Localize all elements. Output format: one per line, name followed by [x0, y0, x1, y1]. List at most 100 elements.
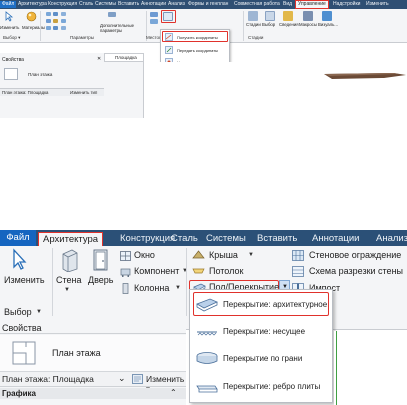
macros-button[interactable]: Макросы: [299, 22, 317, 27]
tab-architecture[interactable]: Архитектура: [18, 1, 47, 8]
menu-item-slab-edge[interactable]: Перекрытие: ребро плиты: [190, 376, 332, 398]
drawing-area[interactable]: [334, 331, 407, 405]
shared-params-icon[interactable]: [53, 19, 58, 23]
site-topography-icon: [324, 73, 406, 79]
ceiling-button[interactable]: Потолок: [209, 266, 243, 277]
acquire-coordinates-highlight: [162, 31, 228, 42]
tab-analyze[interactable]: Анализ: [376, 232, 407, 246]
project-params-icon[interactable]: [46, 19, 51, 23]
floor-by-face-icon: [195, 350, 219, 368]
tab-insert[interactable]: Вставить: [118, 1, 139, 8]
ceiling-icon: [192, 266, 205, 276]
reports-button[interactable]: Сведения: [279, 22, 299, 27]
ribbon-tab-bar: Файл Архитектура Конструкция Сталь Систе…: [0, 230, 407, 246]
visual-programming-icon[interactable]: [322, 11, 332, 21]
curtain-grid-button[interactable]: Схема разрезки стены: [309, 266, 403, 277]
wall-button[interactable]: Стена: [56, 275, 82, 286]
column-button[interactable]: Колонна: [134, 283, 169, 294]
tab-architecture[interactable]: Архитектура: [38, 232, 104, 246]
macros-icon[interactable]: [303, 11, 313, 21]
group-parameters-label: Параметры: [70, 35, 94, 40]
tab-file[interactable]: Файл: [0, 1, 17, 8]
door-icon: [92, 248, 110, 272]
edit-type-button[interactable]: Изменить тип: [70, 90, 97, 95]
tab-manage[interactable]: Управление: [295, 0, 329, 9]
group-stages-label: Стадии: [248, 35, 264, 40]
publish-coordinates-icon: [165, 46, 173, 54]
select-dropdown[interactable]: Выбор: [4, 307, 32, 318]
type-selector[interactable]: План этажа: Площадка: [2, 90, 48, 95]
component-button[interactable]: Компонент: [134, 266, 179, 277]
additional-params-button[interactable]: Дополнительные параметры: [100, 23, 144, 33]
window-button[interactable]: Окно: [134, 250, 155, 261]
group-separator: [40, 11, 41, 41]
tab-modify[interactable]: Изменить: [366, 1, 389, 8]
bottom-screenshot: Файл Архитектура Конструкция Сталь Систе…: [0, 230, 407, 405]
materials-button[interactable]: Материалы: [22, 25, 45, 30]
door-button[interactable]: Дверь: [88, 275, 113, 286]
modify-button[interactable]: Изменить: [4, 275, 45, 286]
transfer-standards-icon[interactable]: [46, 26, 51, 30]
snaps-icon[interactable]: [53, 12, 58, 16]
chevron-down-icon: ▼: [36, 309, 42, 315]
floor-dropdown-menu: Перекрытие: архитектурное Перекрытие: не…: [189, 289, 333, 403]
tab-steel[interactable]: Сталь: [171, 232, 198, 246]
tab-structure[interactable]: Конструкция: [120, 232, 175, 246]
stages-button[interactable]: Стадии: [246, 22, 261, 27]
tab-systems[interactable]: Системы: [95, 1, 116, 8]
roof-button[interactable]: Крыша: [209, 250, 238, 261]
component-icon: [120, 267, 131, 277]
tab-annotate[interactable]: Аннотации: [141, 1, 166, 8]
additional-settings-icon[interactable]: [108, 12, 116, 17]
tab-massing[interactable]: Формы и генплан: [188, 1, 228, 8]
type-selector-row: План этажа: Площадка ⌄ Изменить т: [0, 372, 186, 394]
chevron-down-icon: ▼: [182, 268, 188, 274]
project-info-icon[interactable]: [61, 12, 66, 16]
tab-collaborate[interactable]: Совместная работа: [234, 1, 280, 8]
tab-view[interactable]: Вид: [283, 1, 292, 8]
tab-analyze[interactable]: Анализ: [168, 1, 185, 8]
group-select-label[interactable]: Выбор ▾: [3, 35, 20, 41]
modify-button[interactable]: Изменить: [0, 25, 19, 30]
tab-insert[interactable]: Вставить: [257, 232, 297, 246]
selection-button[interactable]: Выбор: [262, 22, 275, 27]
view-tab[interactable]: Площадка: [104, 53, 144, 62]
tab-steel[interactable]: Сталь: [79, 1, 93, 8]
tab-structure[interactable]: Конструкция: [48, 1, 77, 8]
reports-icon[interactable]: [283, 11, 293, 21]
tab-file[interactable]: Файл: [0, 230, 36, 246]
edit-type-icon: [132, 374, 143, 384]
graphics-section-header[interactable]: Графика: [0, 388, 186, 399]
close-icon[interactable]: ✕: [97, 56, 101, 62]
tab-addins[interactable]: Надстройки: [333, 1, 360, 8]
purge-icon[interactable]: [53, 26, 58, 30]
visual-programming-button[interactable]: Визуаль...: [318, 22, 338, 27]
chevron-down-icon[interactable]: ⌄: [118, 373, 126, 384]
menu-item-floor-structural[interactable]: Перекрытие: несущее: [190, 321, 332, 343]
floor-plan-icon: [4, 68, 18, 80]
global-params-icon[interactable]: [61, 19, 66, 23]
curtain-wall-button[interactable]: Стеновое ограждение: [309, 250, 401, 261]
publish-coordinates-item[interactable]: Передать координаты: [177, 48, 218, 53]
project-position-icon[interactable]: [150, 19, 158, 24]
properties-title: Свойства: [2, 57, 24, 63]
type-name: План этажа: [28, 72, 53, 77]
object-styles-icon[interactable]: [46, 12, 51, 16]
properties-title: Свойства: [0, 322, 186, 334]
menu-item-label: Перекрытие по грани: [223, 354, 303, 363]
location-icon[interactable]: [150, 12, 158, 17]
type-selector[interactable]: План этажа: Площадка: [2, 374, 94, 384]
chevron-down-icon: ▼: [64, 287, 70, 293]
collapse-icon[interactable]: ⌃: [170, 388, 177, 397]
tab-annotate[interactable]: Аннотации: [312, 232, 360, 246]
column-icon: [121, 283, 130, 294]
tab-systems[interactable]: Системы: [206, 232, 246, 246]
drawing-area[interactable]: [144, 62, 407, 118]
type-selector-row: План этажа: Площадка Изменить тип: [0, 88, 104, 96]
project-units-icon[interactable]: [61, 26, 66, 30]
top-screenshot: Файл Архитектура Конструкция Сталь Систе…: [0, 0, 407, 118]
selection-icon[interactable]: [265, 11, 275, 21]
menu-item-floor-by-face[interactable]: Перекрытие по грани: [190, 348, 332, 370]
stages-icon[interactable]: [248, 11, 258, 21]
group-separator: [243, 11, 244, 41]
